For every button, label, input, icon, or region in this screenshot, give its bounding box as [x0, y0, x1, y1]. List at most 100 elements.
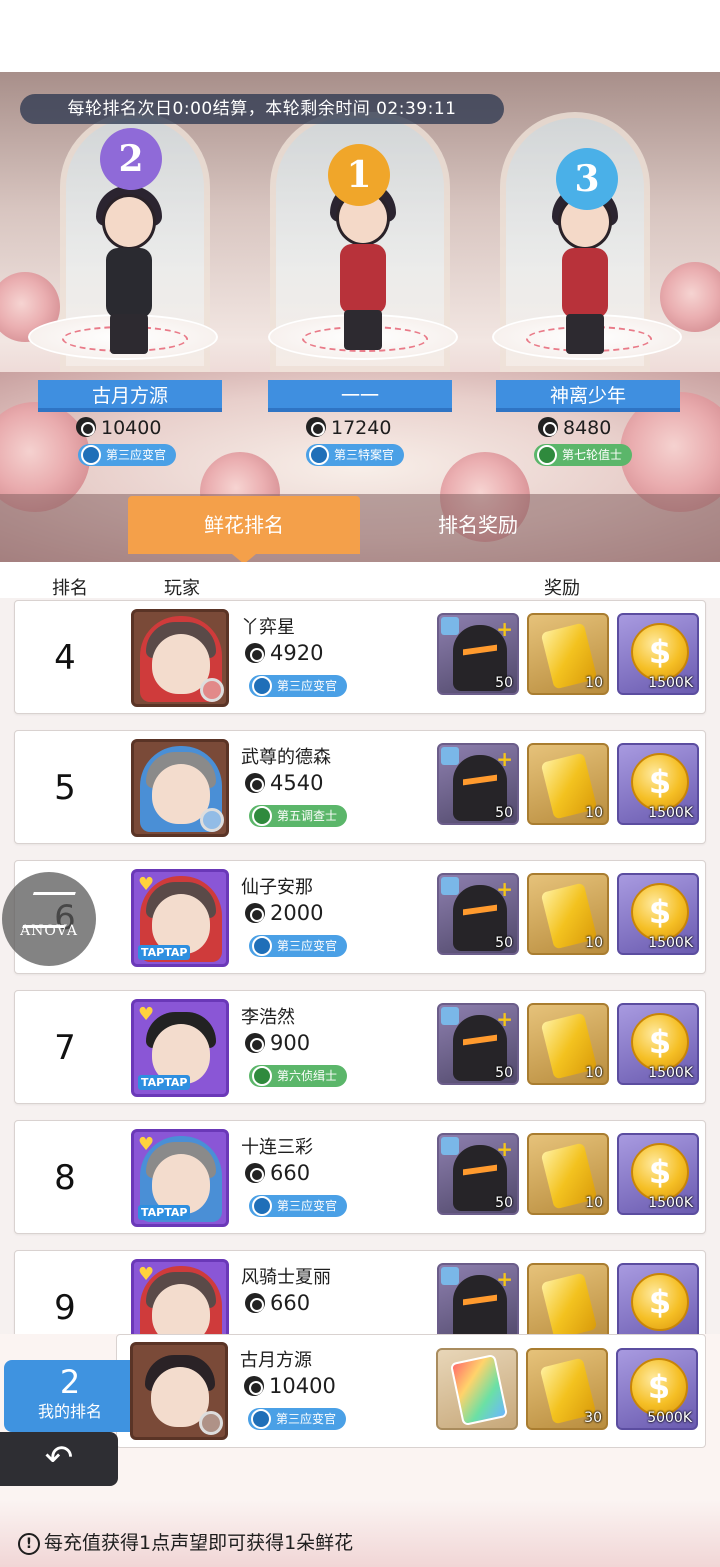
- title-emblem-icon: [252, 1196, 272, 1216]
- list-header: 排名 玩家 奖励: [0, 562, 720, 599]
- player-score: 900: [245, 1031, 310, 1055]
- rose-icon: [245, 903, 265, 923]
- table-row[interactable]: 6 ♥TAPTAP 仙子安那 2000 第三应变官 +50 10 $1500K: [14, 860, 706, 974]
- avatar[interactable]: [131, 739, 229, 837]
- reward-ticket[interactable]: [436, 1348, 518, 1430]
- player-score: 660: [245, 1161, 310, 1185]
- reward-gold-card[interactable]: 10: [527, 873, 609, 955]
- player-title: 第六侦缉士: [249, 1065, 348, 1087]
- avatar[interactable]: [131, 609, 229, 707]
- avatar[interactable]: [130, 1342, 228, 1440]
- table-row[interactable]: 5 武尊的德森 4540 第五调查士 +50 10 $1500K: [14, 730, 706, 844]
- player-title: 第三应变官: [248, 1408, 347, 1430]
- reward-coins[interactable]: $1500K: [617, 1133, 699, 1215]
- player-name: 古月方源: [240, 1350, 312, 1371]
- reward-coins[interactable]: $1500K: [617, 1003, 699, 1085]
- rose-icon: [306, 417, 326, 437]
- podium-hero: 每轮排名次日0:00结算，本轮剩余时间 02:39:11 2 古月方源 1040…: [0, 72, 720, 562]
- character-2[interactable]: [84, 186, 174, 356]
- podium-title-3: 第七轮值士: [534, 444, 633, 466]
- avatar[interactable]: ♥ TAPTAP: [131, 999, 229, 1097]
- magnifier-icon: [200, 678, 224, 702]
- title-emblem-icon: [251, 1409, 271, 1429]
- heart-icon: ♥: [138, 1134, 155, 1155]
- rose-icon: [245, 773, 265, 793]
- rank-badge-2: 2: [100, 128, 162, 190]
- player-score: 660: [245, 1291, 310, 1315]
- table-row[interactable]: 8 ♥ TAPTAP 十连三彩 660 第三应变官 +50 10 $1500K: [14, 1120, 706, 1234]
- reward-hero-shard[interactable]: +50: [437, 1003, 519, 1085]
- heart-icon: ♥: [138, 1264, 155, 1285]
- tab-ranking-rewards[interactable]: 排名奖励: [400, 496, 556, 554]
- podium-score-2: 10400: [76, 416, 161, 440]
- ranking-list[interactable]: 4 丫弈星 4920 第三应变官 +50 10 $1500K 5 武尊的德森 4…: [0, 598, 720, 1334]
- reward-hero-shard[interactable]: +50: [437, 873, 519, 955]
- reward-coins[interactable]: $1500K: [617, 873, 699, 955]
- my-rank-label: 我的排名: [37, 1402, 102, 1421]
- character-3[interactable]: [540, 186, 630, 356]
- my-rank-row[interactable]: 2 我的排名 古月方源 10400 第三应变官 30 $5000K: [0, 1334, 720, 1448]
- player-score: 2000: [245, 901, 323, 925]
- rank-badge-3: 3: [556, 148, 618, 210]
- reward-hero-shard[interactable]: +50: [437, 1133, 519, 1215]
- podium-score-3: 8480: [538, 416, 611, 440]
- rank-badge-1: 1: [328, 144, 390, 206]
- magnifier-icon: [199, 1411, 223, 1435]
- round-timer: 每轮排名次日0:00结算，本轮剩余时间 02:39:11: [20, 94, 504, 124]
- character-1[interactable]: [318, 182, 408, 352]
- player-title: 第三应变官: [249, 675, 348, 697]
- rose-icon: [245, 1293, 265, 1313]
- header-reward: 奖励: [544, 578, 580, 599]
- rose-icon: [245, 1163, 265, 1183]
- table-row[interactable]: 4 丫弈星 4920 第三应变官 +50 10 $1500K: [14, 600, 706, 714]
- tab-flower-ranking[interactable]: 鲜花排名: [128, 496, 360, 564]
- reward-gold-card[interactable]: 10: [527, 743, 609, 825]
- rose-icon: [245, 643, 265, 663]
- reward-coins[interactable]: $1500K: [617, 743, 699, 825]
- avatar[interactable]: ♥ TAPTAP: [131, 1129, 229, 1227]
- player-name: 李浩然: [241, 1007, 295, 1028]
- row-rank: 7: [54, 1028, 76, 1068]
- back-button[interactable]: ↶: [0, 1432, 118, 1486]
- player-name: 丫弈星: [241, 617, 295, 638]
- title-emblem-icon: [537, 445, 557, 465]
- player-score: 4540: [245, 771, 323, 795]
- table-row[interactable]: 9 ♥ 风骑士夏丽 660 + $: [14, 1250, 706, 1334]
- avatar[interactable]: ♥ TAPTAP: [131, 869, 229, 967]
- table-row[interactable]: 7 ♥ TAPTAP 李浩然 900 第六侦缉士 +50 10 $1500K: [14, 990, 706, 1104]
- reward-coins[interactable]: $1500K: [617, 613, 699, 695]
- player-name: 十连三彩: [241, 1137, 313, 1158]
- reward-hero-shard[interactable]: +50: [437, 743, 519, 825]
- podium-name-2: 古月方源: [38, 380, 222, 412]
- status-bar-area: [0, 0, 720, 72]
- reward-gold-card[interactable]: 10: [527, 1003, 609, 1085]
- player-title: 第三应变官: [249, 1195, 348, 1217]
- reward-hero-shard[interactable]: +: [437, 1263, 519, 1334]
- player-title: 第三应变官: [249, 935, 348, 957]
- row-rank: 9: [54, 1288, 76, 1328]
- title-emblem-icon: [309, 445, 329, 465]
- title-emblem-icon: [252, 1066, 272, 1086]
- avatar[interactable]: ♥: [131, 1259, 229, 1334]
- info-icon: !: [18, 1533, 40, 1555]
- row-rank: 5: [54, 768, 76, 808]
- header-player: 玩家: [164, 578, 200, 599]
- reward-gold-card[interactable]: [527, 1263, 609, 1334]
- heart-icon: ♥: [138, 874, 155, 895]
- reward-coins[interactable]: $5000K: [616, 1348, 698, 1430]
- player-score: 4920: [245, 641, 323, 665]
- reward-gold-card[interactable]: 30: [526, 1348, 608, 1430]
- podium-name-3: 神离少年: [496, 380, 680, 412]
- reward-gold-card[interactable]: 10: [527, 613, 609, 695]
- player-name: 武尊的德森: [241, 747, 331, 768]
- row-rank: 4: [54, 638, 76, 678]
- reward-coins[interactable]: $: [617, 1263, 699, 1334]
- player-name: 仙子安那: [241, 877, 313, 898]
- rose-icon: [245, 1033, 265, 1053]
- reward-hero-shard[interactable]: +50: [437, 613, 519, 695]
- magnifier-icon: [200, 808, 224, 832]
- title-emblem-icon: [81, 445, 101, 465]
- my-rank-badge: 2 我的排名: [4, 1360, 136, 1432]
- rose-icon: [244, 1376, 264, 1396]
- reward-gold-card[interactable]: 10: [527, 1133, 609, 1215]
